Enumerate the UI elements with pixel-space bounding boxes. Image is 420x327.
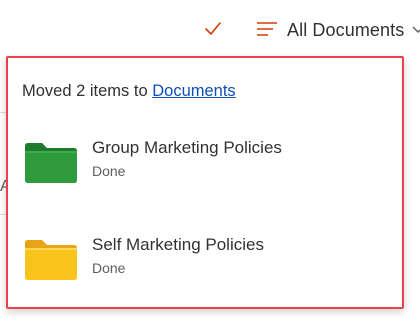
command-bar: All Documents: [0, 0, 420, 56]
moved-message: Moved 2 items to Documents: [22, 82, 236, 101]
item-status: Done: [92, 163, 126, 179]
view-label: All Documents: [287, 19, 405, 40]
checkmark-icon[interactable]: [203, 18, 223, 38]
lines-icon: [257, 22, 277, 36]
moved-item[interactable]: Group Marketing Policies Done: [24, 136, 394, 196]
chevron-down-icon[interactable]: [412, 25, 420, 35]
moved-message-text: Moved 2 items to: [22, 82, 153, 100]
view-switcher[interactable]: All Documents: [256, 14, 420, 46]
item-name: Self Marketing Policies: [92, 235, 264, 254]
moved-item[interactable]: Self Marketing Policies Done: [24, 233, 394, 293]
page: All Documents A Moved 2 items to Documen…: [0, 0, 420, 327]
item-status: Done: [92, 260, 126, 276]
move-notification-panel: Moved 2 items to Documents Group Marketi…: [6, 56, 404, 309]
item-name: Group Marketing Policies: [92, 138, 282, 157]
documents-link[interactable]: Documents: [152, 82, 235, 100]
green-folder-icon: [25, 143, 77, 183]
yellow-folder-icon: [25, 240, 77, 280]
